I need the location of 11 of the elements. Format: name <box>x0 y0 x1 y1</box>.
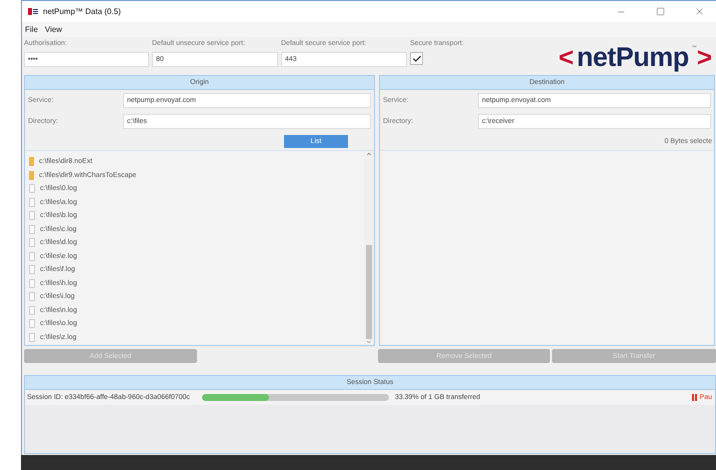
window-title: netPump™ Data (0.5) <box>43 7 122 16</box>
scroll-up-icon[interactable] <box>366 151 372 157</box>
checkbox[interactable] <box>410 52 423 65</box>
scrollbar[interactable] <box>364 151 374 345</box>
menu-item[interactable]: File <box>25 25 38 34</box>
app-icon <box>28 8 38 15</box>
close-icon[interactable] <box>694 6 704 17</box>
pause-icon <box>692 394 697 401</box>
maximize-icon[interactable] <box>656 7 664 16</box>
menu-item[interactable]: View <box>44 25 62 34</box>
scroll-down-icon[interactable] <box>366 339 372 345</box>
